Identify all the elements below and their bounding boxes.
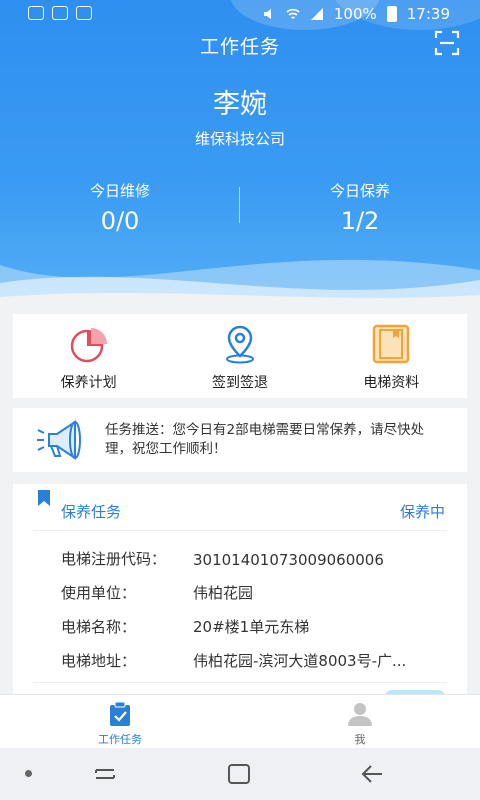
stat-maintenance[interactable]: 今日保养 1/2 <box>240 180 480 235</box>
activity-icon <box>52 6 68 20</box>
status-badge: 保养中 <box>399 503 445 521</box>
row-value: 伟柏花园 <box>193 584 254 602</box>
stat-value: 0/0 <box>100 207 140 235</box>
wechat-icon <box>28 6 44 20</box>
quick-action-label: 保养计划 <box>60 375 117 391</box>
quick-action-label: 电梯资料 <box>363 375 420 391</box>
tab-work-tasks[interactable]: 工作任务 <box>0 695 240 748</box>
stat-repair[interactable]: 今日维修 0/0 <box>0 180 240 235</box>
maintenance-task-card[interactable]: 保养任务 保养中 电梯注册代码： 30101401073009060006 使用单… <box>13 484 467 694</box>
tab-me[interactable]: 我 <box>240 695 480 748</box>
notice-text: 任务推送：您今日有2部电梯需要日常保养，请尽快处理，祝您工作顺利！ <box>105 422 425 457</box>
divider <box>33 530 447 531</box>
quick-action-docs[interactable]: 电梯资料 <box>316 314 467 398</box>
nav-dot-icon <box>25 770 32 777</box>
stat-label: 今日维修 <box>89 182 150 200</box>
row-value: 伟柏花园-滨河大道8003号-广... <box>193 652 407 670</box>
page-title: 工作任务 <box>199 36 280 58</box>
row-key: 使用单位： <box>61 584 137 602</box>
folder-icon <box>373 324 410 364</box>
quick-action-checkin[interactable]: 签到签退 <box>164 314 315 398</box>
row-value: 30101401073009060006 <box>193 551 384 569</box>
battery-icon <box>386 6 397 22</box>
scan-icon[interactable] <box>434 30 460 56</box>
status-bar: 100% 17:39 <box>0 0 480 28</box>
row-key: 电梯名称： <box>61 618 137 636</box>
bottom-tab-bar: 工作任务 我 <box>0 694 480 748</box>
row-value: 20#楼1单元东梯 <box>193 618 310 636</box>
info-row-owner: 使用单位： 伟柏花园 <box>61 582 447 603</box>
card-title: 保养任务 <box>61 503 122 521</box>
quick-actions: 保养计划 签到签退 电梯资料 <box>13 314 467 398</box>
quick-action-plan[interactable]: 保养计划 <box>13 314 164 398</box>
wifi-icon <box>286 8 300 19</box>
row-key: 电梯注册代码： <box>61 550 167 568</box>
back-icon[interactable] <box>360 762 386 786</box>
location-pin-icon <box>225 325 254 364</box>
system-nav-bar <box>0 748 480 800</box>
mute-icon <box>263 9 271 19</box>
header-banner: 100% 17:39 工作任务 李婉 维保科技公司 今日维修 0/0 今日保养 … <box>0 0 480 305</box>
user-name: 李婉 <box>213 89 267 120</box>
checkbox-icon <box>76 6 92 20</box>
info-row-register-code: 电梯注册代码： 30101401073009060006 <box>61 548 447 569</box>
clock: 17:39 <box>406 5 450 23</box>
info-row-elevator-name: 电梯名称： 20#楼1单元东梯 <box>61 616 447 637</box>
recent-apps-icon[interactable] <box>92 762 118 786</box>
pie-chart-icon <box>70 328 107 363</box>
tab-label: 工作任务 <box>98 733 142 746</box>
info-row-address: 电梯地址： 伟柏花园-滨河大道8003号-广... <box>61 650 447 671</box>
decor-wave <box>0 259 480 305</box>
user-icon <box>348 703 372 726</box>
row-key: 电梯地址： <box>61 652 137 670</box>
megaphone-icon <box>37 420 81 460</box>
stat-label: 今日保养 <box>329 182 390 200</box>
tab-label: 我 <box>354 733 366 746</box>
bookmark-icon <box>38 490 50 506</box>
divider <box>33 682 447 683</box>
quick-action-label: 签到签退 <box>211 375 268 391</box>
battery-percent: 100% <box>333 5 377 23</box>
clipboard-check-icon <box>110 701 130 726</box>
signal-icon <box>310 8 323 20</box>
stat-value: 1/2 <box>340 207 380 235</box>
task-notice[interactable]: 任务推送：您今日有2部电梯需要日常保养，请尽快处理，祝您工作顺利！ <box>13 408 467 472</box>
company-name: 维保科技公司 <box>194 130 285 148</box>
home-icon[interactable] <box>226 762 252 786</box>
